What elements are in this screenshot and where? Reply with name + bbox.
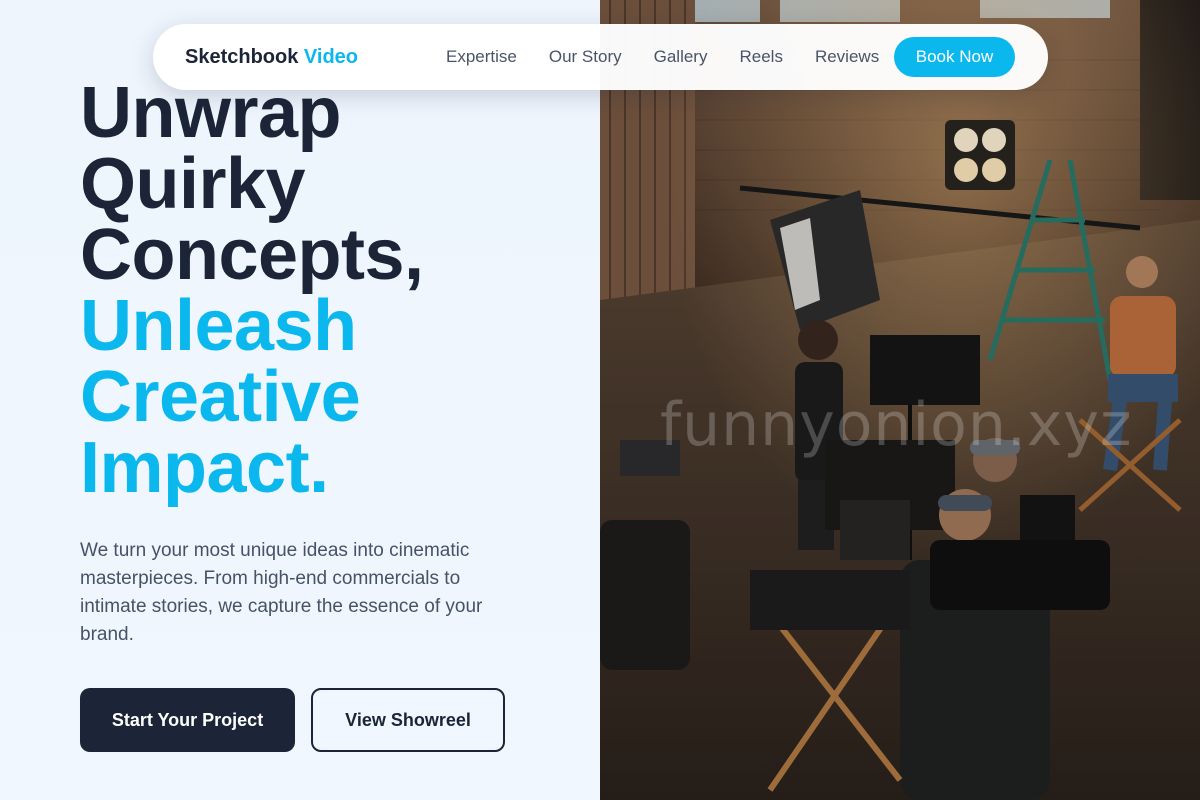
hero-title-accent-line: Impact. [80, 428, 329, 508]
nav-link-expertise[interactable]: Expertise [446, 47, 517, 67]
nav-link-reviews[interactable]: Reviews [815, 47, 879, 67]
nav-link-our-story[interactable]: Our Story [549, 47, 622, 67]
book-now-button[interactable]: Book Now [894, 37, 1015, 77]
top-navigation: Sketchbook Video Expertise Our Story Gal… [153, 24, 1048, 90]
hero-description: We turn your most unique ideas into cine… [80, 540, 483, 645]
brand-logo[interactable]: Sketchbook Video [185, 46, 358, 69]
hero-title-line: Concepts, [80, 215, 424, 295]
view-showreel-button[interactable]: View Showreel [311, 688, 505, 752]
nav-links: Expertise Our Story Gallery Reels Review… [446, 47, 911, 67]
hero-title-accent-line: Unleash [80, 286, 357, 366]
brand-accent: Video [303, 45, 359, 68]
nav-link-gallery[interactable]: Gallery [654, 47, 708, 67]
brand-name: Sketchbook [185, 45, 299, 68]
hero-title-accent-line: Creative [80, 357, 361, 437]
watermark-text: funnyonion.xyz [660, 390, 1133, 460]
nav-link-reels[interactable]: Reels [739, 47, 782, 67]
hero-title-line: Quirky [80, 144, 306, 224]
start-project-button[interactable]: Start Your Project [80, 688, 295, 752]
hero-title: Unwrap Quirky Concepts, Unleash Creative… [80, 77, 424, 508]
hero-panel: Unwrap Quirky Concepts, Unleash Creative… [0, 0, 600, 800]
